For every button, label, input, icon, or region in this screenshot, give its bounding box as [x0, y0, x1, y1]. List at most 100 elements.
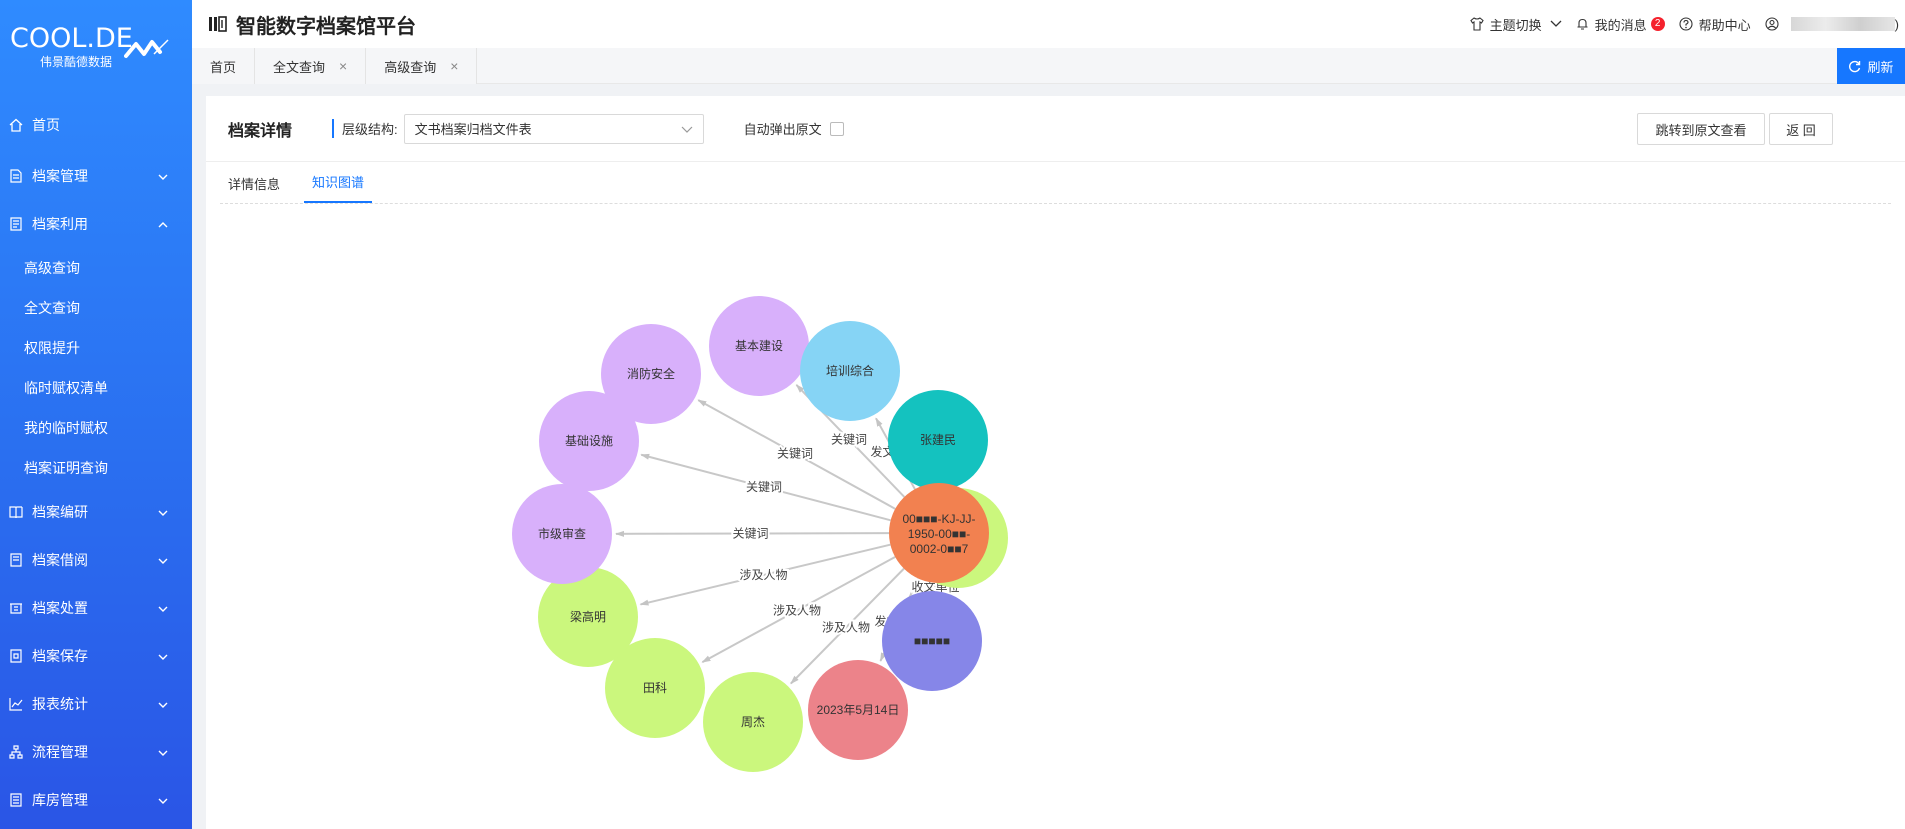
- tab-label: 全文查询: [273, 59, 326, 75]
- graph-node-label: 田科: [643, 681, 667, 695]
- level-structure-select[interactable]: 文书档案归档文件表: [403, 113, 704, 144]
- sidebar-subitem-temp-grant-list[interactable]: 临时赋权清单: [0, 368, 192, 408]
- warehouse-icon: [8, 792, 24, 808]
- sidebar-item-archive-use[interactable]: 档案利用: [0, 200, 192, 248]
- graph-edge-label: 涉及人物: [822, 621, 870, 635]
- graph-center-label: 00■■■-KJ-JJ-: [902, 512, 975, 526]
- sidebar-item-label: 档案利用: [32, 216, 88, 232]
- sidebar-item-label: 档案借阅: [32, 552, 88, 568]
- knowledge-graph: 关键词发文单位发文人涉及人物收文单位发文时间涉及人物涉及人物涉及人物关键词关键词…: [512, 296, 1008, 772]
- header-actions: 主题切换 我的消息 2 帮助中心 ): [1469, 0, 1905, 48]
- sidebar-item-statistics[interactable]: 报表统计: [0, 680, 192, 728]
- sidebar-item-label: 首页: [32, 117, 60, 133]
- home-icon: [8, 117, 24, 133]
- sidebar-item-label: 流程管理: [32, 744, 88, 760]
- chevron-down-icon: [158, 745, 168, 759]
- logo-mark-icon: [124, 39, 169, 58]
- sidebar-item-label: 库房管理: [32, 792, 88, 808]
- sidebar-menu: 首页 档案管理 档案利用 高级查询 全文查询 权限提升 临时赋权清单 我的临时赋…: [0, 98, 192, 824]
- graph-node-label: 市级审查: [538, 526, 586, 541]
- messages-label: 我的消息: [1594, 17, 1647, 33]
- sidebar-item-disposal[interactable]: 档案处置: [0, 584, 192, 632]
- graph-center-label: 1950-00■■-: [908, 527, 971, 541]
- bell-icon: [1577, 18, 1588, 30]
- back-button[interactable]: 返 回: [1769, 113, 1833, 145]
- graph-edge-label: 涉及人物: [773, 604, 821, 618]
- sidebar-item-label: 档案保存: [32, 648, 88, 664]
- sidebar-subitem-fulltext-search[interactable]: 全文查询: [0, 288, 192, 328]
- graph-node-label: 基础设施: [565, 434, 613, 448]
- sidebar-subitem-my-temp-grant[interactable]: 我的临时赋权: [0, 408, 192, 448]
- chart-icon: [8, 696, 24, 712]
- graph-edge-label: 涉及人物: [739, 568, 787, 582]
- refresh-label: 刷新: [1867, 59, 1894, 75]
- user-menu[interactable]: ): [1765, 17, 1899, 32]
- sidebar-item-home[interactable]: 首页: [0, 98, 192, 152]
- page-title: 档案详情: [228, 122, 293, 140]
- tab-detail-info[interactable]: 详情信息: [220, 174, 288, 203]
- library-icon: [209, 16, 227, 32]
- tab-label: 首页: [210, 59, 237, 75]
- graph-edge-label: 关键词: [831, 433, 867, 447]
- dispose-icon: [8, 600, 24, 616]
- tab-home[interactable]: 首页: [192, 48, 256, 84]
- page-tabs-bar: 首页 全文查询 × 高级查询 × 刷新: [192, 48, 1905, 84]
- sidebar-item-label: 档案编研: [32, 504, 88, 520]
- detail-subtabs: 详情信息 知识图谱: [220, 162, 1891, 204]
- close-icon[interactable]: ×: [339, 58, 347, 74]
- sidebar-item-warehouse[interactable]: 库房管理: [0, 776, 192, 824]
- graph-node-label: 2023年5月14日: [817, 703, 900, 717]
- platform-title: 智能数字档案馆平台: [236, 15, 416, 38]
- tab-knowledge-graph[interactable]: 知识图谱: [304, 172, 373, 203]
- chevron-down-icon: [158, 649, 168, 663]
- user-name-blurred: [1790, 17, 1895, 31]
- theme-switch-label: 主题切换: [1489, 17, 1542, 33]
- shirt-icon: [1469, 17, 1484, 31]
- graph-node-label: 培训综合: [826, 363, 874, 378]
- refresh-button[interactable]: 刷新: [1837, 48, 1905, 84]
- chevron-up-icon: [158, 217, 168, 231]
- chevron-down-icon: [1550, 20, 1562, 27]
- theme-switch[interactable]: 主题切换: [1469, 15, 1562, 34]
- auto-popup-checkbox[interactable]: [829, 121, 844, 136]
- sidebar-item-archive-management[interactable]: 档案管理: [0, 152, 192, 200]
- save-icon: [8, 648, 24, 664]
- chevron-down-icon: [158, 697, 168, 711]
- sidebar-subitem-certificate-query[interactable]: 档案证明查询: [0, 448, 192, 488]
- sidebar: COOL.DE 伟景酷德数据 首页 档案管理 档案利用 高级查询 全文查询 权限…: [0, 0, 192, 829]
- book-icon: [8, 504, 24, 520]
- level-structure-label: 层级结构:: [332, 119, 398, 138]
- messages-link[interactable]: 我的消息 2: [1576, 15, 1665, 34]
- sidebar-item-label: 报表统计: [32, 696, 88, 712]
- chevron-down-icon: [158, 169, 168, 183]
- sidebar-item-label: 档案处置: [32, 600, 88, 616]
- sidebar-item-preservation[interactable]: 档案保存: [0, 632, 192, 680]
- chevron-down-icon: [158, 553, 168, 567]
- sidebar-subitem-permission-upgrade[interactable]: 权限提升: [0, 328, 192, 368]
- chevron-down-icon: [158, 505, 168, 519]
- graph-edge-label: 关键词: [732, 527, 768, 541]
- graph-node-label: ■■■■■: [914, 634, 950, 648]
- sidebar-item-borrow[interactable]: 档案借阅: [0, 536, 192, 584]
- graph-node-label: 梁高明: [570, 609, 606, 624]
- sidebar-subitem-advanced-search[interactable]: 高级查询: [0, 248, 192, 288]
- close-icon[interactable]: ×: [450, 58, 458, 74]
- platform-brand: 智能数字档案馆平台: [208, 10, 416, 39]
- tab-advanced-search[interactable]: 高级查询 ×: [366, 48, 478, 84]
- graph-node-label: 消防安全: [627, 366, 675, 381]
- graph-node-label: 周杰: [741, 715, 765, 729]
- refresh-icon: [1849, 60, 1861, 72]
- jump-to-original-button[interactable]: 跳转到原文查看: [1637, 113, 1765, 145]
- chevron-down-icon: [681, 126, 693, 133]
- sidebar-item-workflow[interactable]: 流程管理: [0, 728, 192, 776]
- borrow-icon: [8, 552, 24, 568]
- tab-fulltext-search[interactable]: 全文查询 ×: [255, 48, 367, 84]
- logo: COOL.DE 伟景酷德数据: [0, 0, 192, 94]
- graph-center-label: 0002-0■■7: [910, 542, 969, 556]
- user-name-suffix: ): [1894, 16, 1899, 32]
- help-center-link[interactable]: 帮助中心: [1679, 15, 1751, 34]
- top-header: 智能数字档案馆平台 主题切换 我的消息 2 帮助中心 ): [192, 0, 1905, 48]
- sidebar-item-compilation[interactable]: 档案编研: [0, 488, 192, 536]
- auto-popup-label: 自动弹出原文: [743, 122, 822, 137]
- tab-label: 高级查询: [384, 59, 437, 75]
